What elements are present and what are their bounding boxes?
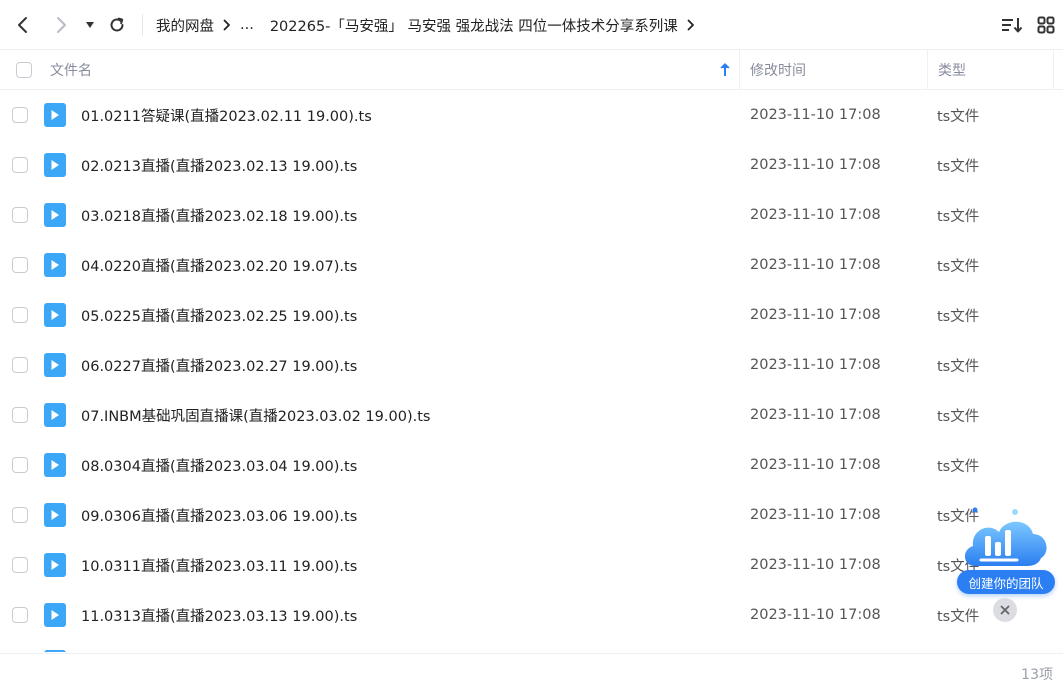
file-list: 01.0211答疑课(直播2023.02.11 19.00).ts 2023-11… <box>0 90 1063 652</box>
video-file-icon <box>44 153 66 177</box>
row-checkbox[interactable] <box>12 157 28 173</box>
column-header-type[interactable]: 类型 <box>938 50 966 90</box>
file-name[interactable]: 02.0213直播(直播2023.02.13 19.00).ts <box>81 140 357 190</box>
row-checkbox[interactable] <box>12 307 28 323</box>
table-row[interactable]: 04.0220直播(直播2023.02.20 19.07).ts 2023-11-… <box>0 240 1063 290</box>
sort-list-icon[interactable] <box>995 8 1029 42</box>
table-row-partial <box>0 640 1063 652</box>
toolbar: 我的网盘 ... 202265-「马安强」 马安强 强龙战法 四位一体技术分享系… <box>0 0 1063 50</box>
file-type: ts文件 <box>937 158 980 175</box>
table-row[interactable]: 03.0218直播(直播2023.02.18 19.00).ts 2023-11-… <box>0 190 1063 240</box>
file-name[interactable]: 10.0311直播(直播2023.03.11 19.00).ts <box>81 540 357 590</box>
file-name[interactable]: 04.0220直播(直播2023.02.20 19.07).ts <box>81 240 357 290</box>
create-team-label[interactable]: 创建你的团队 <box>957 570 1055 594</box>
video-file-icon <box>44 553 66 577</box>
file-name[interactable]: 07.INBM基础巩固直播课(直播2023.03.02 19.00).ts <box>81 390 430 440</box>
video-file-icon <box>44 253 66 277</box>
select-all-checkbox[interactable] <box>16 62 32 78</box>
file-type: ts文件 <box>937 108 980 125</box>
file-name[interactable]: 08.0304直播(直播2023.03.04 19.00).ts <box>81 440 357 490</box>
row-checkbox[interactable] <box>12 257 28 273</box>
view-tools <box>995 0 1063 50</box>
create-team-widget[interactable]: 创建你的团队 <box>955 500 1059 596</box>
table-row[interactable]: 05.0225直播(直播2023.02.25 19.00).ts 2023-11-… <box>0 290 1063 340</box>
chevron-right-icon[interactable] <box>46 10 76 40</box>
video-file-icon <box>44 353 66 377</box>
video-file-icon <box>44 503 66 527</box>
video-file-icon <box>44 603 66 627</box>
column-header-modified[interactable]: 修改时间 <box>750 50 806 90</box>
file-name[interactable]: 05.0225直播(直播2023.02.25 19.00).ts <box>81 290 357 340</box>
row-checkbox[interactable] <box>12 207 28 223</box>
file-name[interactable]: 03.0218直播(直播2023.02.18 19.00).ts <box>81 190 357 240</box>
refresh-icon[interactable] <box>102 10 132 40</box>
video-file-icon <box>44 403 66 427</box>
chevron-left-icon[interactable] <box>8 10 38 40</box>
file-modified-time: 2023-11-10 17:08 <box>750 257 881 273</box>
breadcrumb-root[interactable]: 我的网盘 <box>156 15 214 36</box>
table-row[interactable]: 02.0213直播(直播2023.02.13 19.00).ts 2023-11-… <box>0 140 1063 190</box>
row-checkbox[interactable] <box>12 357 28 373</box>
breadcrumb-current-folder[interactable]: 202265-「马安强」 马安强 强龙战法 四位一体技术分享系列课 <box>270 15 678 36</box>
table-row[interactable]: 10.0311直播(直播2023.03.11 19.00).ts 2023-11-… <box>0 540 1063 590</box>
chevron-right-icon <box>214 19 240 31</box>
file-modified-time: 2023-11-10 17:08 <box>750 557 881 573</box>
video-file-icon <box>44 303 66 327</box>
file-modified-time: 2023-11-10 17:08 <box>750 307 881 323</box>
file-modified-time: 2023-11-10 17:08 <box>750 507 881 523</box>
file-modified-time: 2023-11-10 17:08 <box>750 157 881 173</box>
close-icon[interactable] <box>993 598 1017 622</box>
file-modified-time: 2023-11-10 17:08 <box>750 407 881 423</box>
breadcrumb-ellipsis[interactable]: ... <box>240 17 254 33</box>
table-row[interactable]: 06.0227直播(直播2023.02.27 19.00).ts 2023-11-… <box>0 340 1063 390</box>
file-type: ts文件 <box>937 308 980 325</box>
video-file-icon <box>44 453 66 477</box>
video-file-icon <box>44 650 66 652</box>
column-divider <box>1053 50 1054 90</box>
row-checkbox[interactable] <box>12 457 28 473</box>
table-row[interactable]: 09.0306直播(直播2023.03.06 19.00).ts 2023-11-… <box>0 490 1063 540</box>
table-row[interactable]: 11.0313直播(直播2023.03.13 19.00).ts 2023-11-… <box>0 590 1063 640</box>
file-modified-time: 2023-11-10 17:08 <box>750 107 881 123</box>
file-modified-time: 2023-11-10 17:08 <box>750 607 881 623</box>
grid-view-icon[interactable] <box>1029 8 1063 42</box>
file-name[interactable]: 06.0227直播(直播2023.02.27 19.00).ts <box>81 340 357 390</box>
file-type: ts文件 <box>937 408 980 425</box>
table-row[interactable]: 08.0304直播(直播2023.03.04 19.00).ts 2023-11-… <box>0 440 1063 490</box>
file-name[interactable]: 11.0313直播(直播2023.03.13 19.00).ts <box>81 590 357 640</box>
status-bar: 13项 <box>0 653 1063 688</box>
file-type: ts文件 <box>937 208 980 225</box>
file-name[interactable]: 01.0211答疑课(直播2023.02.11 19.00).ts <box>81 90 372 140</box>
file-manager-window: 我的网盘 ... 202265-「马安强」 马安强 强龙战法 四位一体技术分享系… <box>0 0 1063 688</box>
row-checkbox[interactable] <box>12 557 28 573</box>
table-row[interactable]: 07.INBM基础巩固直播课(直播2023.03.02 19.00).ts 202… <box>0 390 1063 440</box>
file-name[interactable]: 09.0306直播(直播2023.03.06 19.00).ts <box>81 490 357 540</box>
file-type: ts文件 <box>937 358 980 375</box>
caret-down-icon[interactable] <box>78 10 102 40</box>
toolbar-divider <box>142 14 143 36</box>
column-header-name[interactable]: 文件名 <box>50 50 92 90</box>
file-type: ts文件 <box>937 258 980 275</box>
video-file-icon <box>44 203 66 227</box>
item-count: 13项 <box>1021 667 1053 683</box>
row-checkbox[interactable] <box>12 507 28 523</box>
column-divider <box>739 50 740 90</box>
file-modified-time: 2023-11-10 17:08 <box>750 457 881 473</box>
column-divider <box>927 50 928 90</box>
file-modified-time: 2023-11-10 17:08 <box>750 357 881 373</box>
file-type: ts文件 <box>937 458 980 475</box>
row-checkbox[interactable] <box>12 407 28 423</box>
row-checkbox[interactable] <box>12 607 28 623</box>
cloud-chart-icon <box>964 507 1047 566</box>
breadcrumb: 我的网盘 ... 202265-「马安强」 马安强 强龙战法 四位一体技术分享系… <box>156 0 704 50</box>
sort-ascending-icon[interactable] <box>718 50 732 90</box>
file-modified-time: 2023-11-10 17:08 <box>750 207 881 223</box>
table-row[interactable]: 01.0211答疑课(直播2023.02.11 19.00).ts 2023-11… <box>0 90 1063 140</box>
table-header: 文件名 修改时间 类型 <box>0 50 1063 90</box>
row-checkbox[interactable] <box>12 107 28 123</box>
video-file-icon <box>44 103 66 127</box>
chevron-right-icon[interactable] <box>678 19 704 31</box>
file-type: ts文件 <box>937 608 980 625</box>
